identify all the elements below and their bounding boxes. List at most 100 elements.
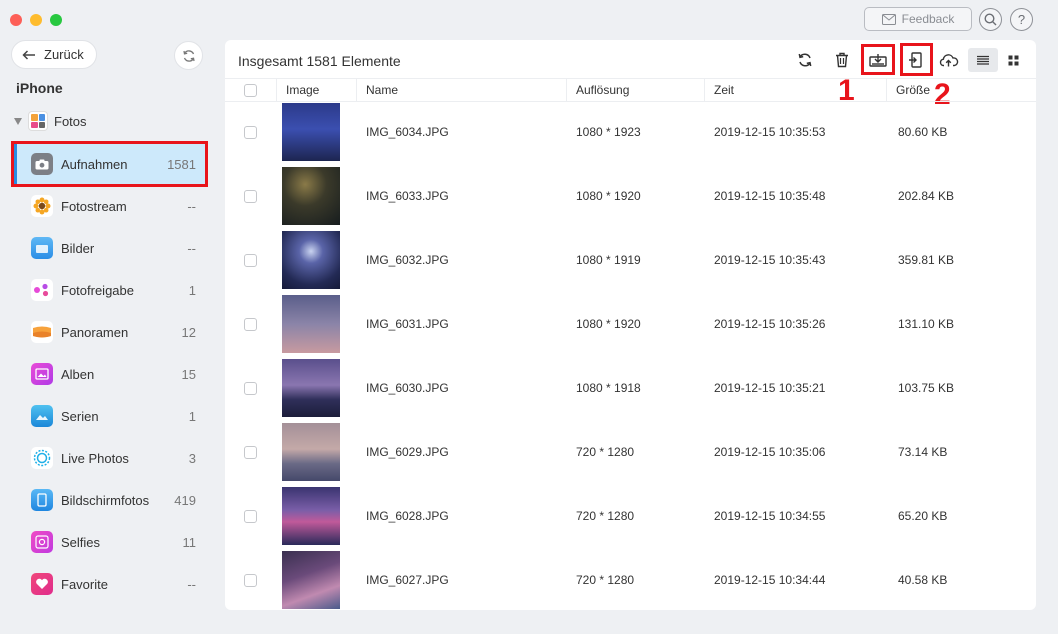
- sidebar-item-alben[interactable]: Alben 15: [14, 353, 206, 395]
- file-size: 65.20 KB: [898, 509, 948, 523]
- table-row[interactable]: IMG_6030.JPG 1080 * 1918 2019-12-15 10:3…: [225, 357, 1036, 421]
- row-checkbox[interactable]: [244, 126, 257, 139]
- delete-button[interactable]: [829, 49, 855, 71]
- send-to-device-icon: [909, 52, 922, 68]
- list-view-button[interactable]: [968, 48, 998, 72]
- sidebar-item-bilder[interactable]: Bilder --: [14, 227, 206, 269]
- photo-thumbnail[interactable]: [282, 551, 340, 609]
- column-header-time[interactable]: Zeit: [714, 83, 734, 97]
- sidebar-item-label: Panoramen: [61, 324, 129, 340]
- device-name: iPhone: [16, 80, 63, 96]
- help-button[interactable]: ?: [1010, 8, 1033, 31]
- sidebar-item-fotofreigabe[interactable]: Fotofreigabe 1: [14, 269, 206, 311]
- table-row[interactable]: IMG_6032.JPG 1080 * 1919 2019-12-15 10:3…: [225, 229, 1036, 293]
- sidebar-item-fotostream[interactable]: Fotostream --: [14, 185, 206, 227]
- table-row[interactable]: IMG_6033.JPG 1080 * 1920 2019-12-15 10:3…: [225, 165, 1036, 229]
- file-size: 103.75 KB: [898, 381, 955, 395]
- file-time: 2019-12-15 10:34:44: [714, 573, 826, 587]
- row-checkbox[interactable]: [244, 190, 257, 203]
- live-photo-icon: [31, 447, 53, 469]
- minimize-window-button[interactable]: [30, 14, 42, 26]
- file-size: 40.58 KB: [898, 573, 948, 587]
- photo-thumbnail[interactable]: [282, 487, 340, 545]
- sidebar-item-live-photos[interactable]: Live Photos 3: [14, 437, 206, 479]
- feedback-button[interactable]: Feedback: [864, 7, 972, 31]
- trash-icon: [836, 52, 848, 68]
- sidebar-item-count: --: [187, 240, 196, 256]
- search-button[interactable]: [979, 8, 1002, 31]
- table-row[interactable]: IMG_6028.JPG 720 * 1280 2019-12-15 10:34…: [225, 485, 1036, 549]
- maximize-window-button[interactable]: [50, 14, 62, 26]
- help-icon: ?: [1017, 12, 1026, 27]
- select-all-checkbox[interactable]: [244, 84, 257, 97]
- share-icon: [31, 279, 53, 301]
- photo-thumbnail[interactable]: [282, 359, 340, 417]
- close-window-button[interactable]: [10, 14, 22, 26]
- send-to-device-button[interactable]: [902, 49, 928, 71]
- column-header-resolution[interactable]: Auflösung: [576, 83, 629, 97]
- sidebar-item-count: 419: [174, 492, 196, 508]
- photos-group-icon: [28, 111, 48, 131]
- file-time: 2019-12-15 10:35:26: [714, 317, 826, 331]
- file-size: 80.60 KB: [898, 125, 948, 139]
- cloud-upload-icon: [939, 54, 959, 67]
- sidebar-item-aufnahmen[interactable]: Aufnahmen 1581: [14, 143, 206, 185]
- sidebar-item-count: 3: [188, 450, 196, 466]
- photo-thumbnail[interactable]: [282, 295, 340, 353]
- column-header-size[interactable]: Größe: [896, 83, 930, 97]
- sidebar-item-label: Favorite: [61, 576, 108, 592]
- table-row[interactable]: IMG_6029.JPG 720 * 1280 2019-12-15 10:35…: [225, 421, 1036, 485]
- window-controls: [10, 14, 62, 26]
- photo-thumbnail[interactable]: [282, 231, 340, 289]
- back-label: Zurück: [44, 47, 84, 62]
- album-icon: [31, 363, 53, 385]
- grid-view-button[interactable]: [1000, 49, 1026, 71]
- row-checkbox[interactable]: [244, 318, 257, 331]
- sidebar-item-panoramen[interactable]: Panoramen 12: [14, 311, 206, 353]
- main-panel: Insgesamt 1581 Elemente 1 2 Image Name A…: [225, 40, 1036, 610]
- export-to-computer-button[interactable]: [865, 49, 891, 71]
- row-checkbox[interactable]: [244, 574, 257, 587]
- row-checkbox[interactable]: [244, 510, 257, 523]
- photo-thumbnail[interactable]: [282, 423, 340, 481]
- back-button[interactable]: Zurück: [11, 40, 97, 69]
- cloud-upload-button[interactable]: [936, 49, 962, 71]
- row-checkbox[interactable]: [244, 446, 257, 459]
- photo-thumbnail[interactable]: [282, 103, 340, 161]
- column-header-image[interactable]: Image: [286, 83, 319, 97]
- column-header-name[interactable]: Name: [366, 83, 398, 97]
- sidebar-item-selfies[interactable]: Selfies 11: [14, 521, 206, 563]
- file-name: IMG_6033.JPG: [366, 189, 449, 203]
- file-time: 2019-12-15 10:34:55: [714, 509, 826, 523]
- sidebar-item-label: Bildschirmfotos: [61, 492, 150, 508]
- photo-thumbnail[interactable]: [282, 167, 340, 225]
- file-time: 2019-12-15 10:35:48: [714, 189, 826, 203]
- table-row[interactable]: IMG_6027.JPG 720 * 1280 2019-12-15 10:34…: [225, 549, 1036, 613]
- file-resolution: 1080 * 1920: [576, 317, 641, 331]
- sidebar-item-label: Fotostream: [61, 198, 127, 214]
- refresh-button[interactable]: [792, 49, 818, 71]
- page-title: Insgesamt 1581 Elemente: [238, 53, 401, 69]
- mail-icon: [881, 13, 896, 25]
- table-header: Image Name Auflösung Zeit Größe: [225, 78, 1036, 102]
- list-view-icon: [977, 55, 989, 65]
- camera-icon: [31, 153, 53, 175]
- sidebar-item-label: Fotofreigabe: [61, 282, 134, 298]
- file-resolution: 1080 * 1919: [576, 253, 641, 267]
- sidebar-item-favorite[interactable]: Favorite --: [14, 563, 206, 605]
- sidebar-item-serien[interactable]: Serien 1: [14, 395, 206, 437]
- file-resolution: 1080 * 1918: [576, 381, 641, 395]
- disclosure-triangle-icon[interactable]: [14, 117, 22, 125]
- sidebar-item-count: 1581: [167, 156, 196, 172]
- row-checkbox[interactable]: [244, 382, 257, 395]
- sidebar-item-count: 12: [181, 324, 196, 340]
- file-name: IMG_6031.JPG: [366, 317, 449, 331]
- sidebar-refresh-button[interactable]: [174, 41, 203, 70]
- table-row[interactable]: IMG_6034.JPG 1080 * 1923 2019-12-15 10:3…: [225, 101, 1036, 165]
- sidebar-item-bildschirmfotos[interactable]: Bildschirmfotos 419: [14, 479, 206, 521]
- file-size: 359.81 KB: [898, 253, 955, 267]
- table-row[interactable]: IMG_6031.JPG 1080 * 1920 2019-12-15 10:3…: [225, 293, 1036, 357]
- sidebar-group-fotos[interactable]: Fotos: [14, 111, 87, 131]
- file-time: 2019-12-15 10:35:53: [714, 125, 826, 139]
- row-checkbox[interactable]: [244, 254, 257, 267]
